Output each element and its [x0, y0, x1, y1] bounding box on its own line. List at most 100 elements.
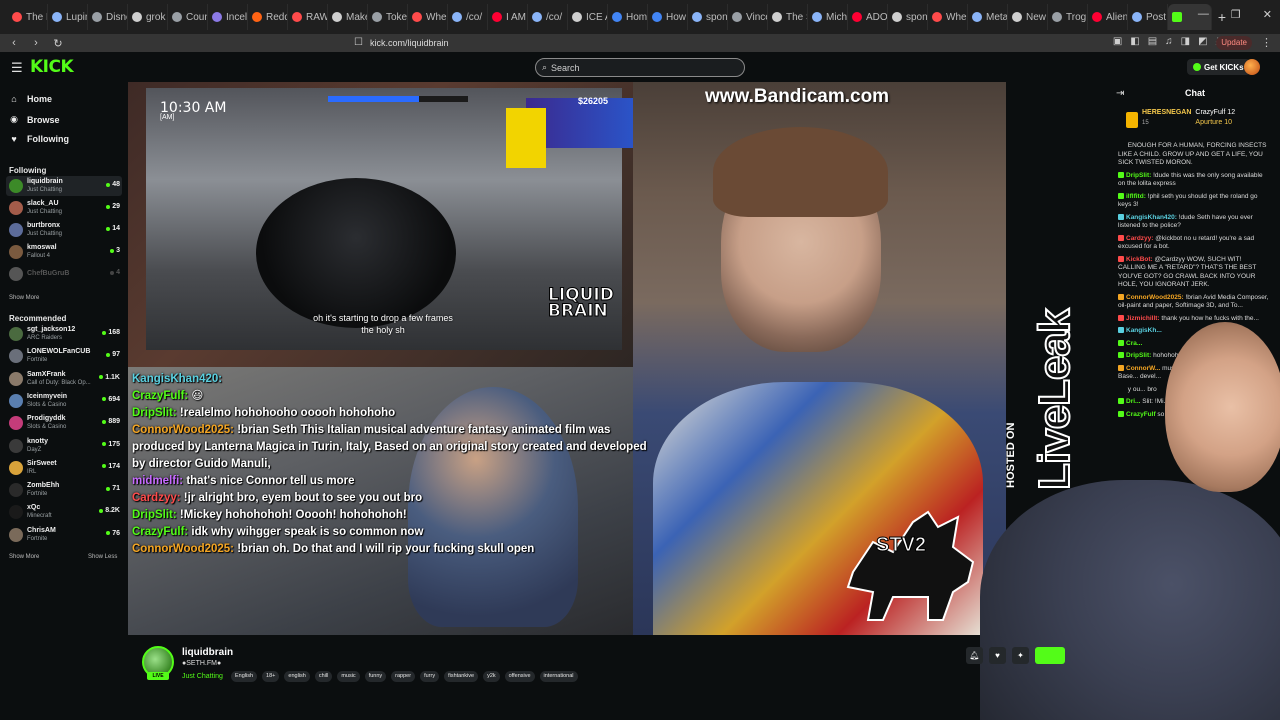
minimize-icon[interactable]: —	[1198, 8, 1209, 21]
bookmark-icon[interactable]: ☐	[354, 37, 363, 48]
browser-tab[interactable]: The S	[768, 4, 808, 30]
browser-tab[interactable]: Toke	[368, 4, 408, 30]
chat-username[interactable]: DripSlit:	[1126, 172, 1151, 179]
browser-tab[interactable]: Trog	[1048, 4, 1088, 30]
browser-tab[interactable]: grok	[128, 4, 168, 30]
update-button[interactable]: Update	[1216, 36, 1252, 50]
chat-username[interactable]: DripSlit:	[1126, 352, 1151, 359]
tag-offensive[interactable]: offensive	[504, 671, 535, 682]
browser-tab[interactable]: Incel	[208, 4, 248, 30]
browser-tab[interactable]: Mich	[808, 4, 848, 30]
browser-tab[interactable]: ADOI	[848, 4, 888, 30]
browser-tab[interactable]: Vince	[728, 4, 768, 30]
recommended-show-less[interactable]: Show Less	[88, 554, 117, 560]
back-icon[interactable]: ‹	[6, 37, 22, 49]
sidebar-nav-following[interactable]: ♥ Following	[9, 134, 69, 144]
follow-button[interactable]	[1035, 647, 1065, 664]
tag-english[interactable]: English	[231, 671, 258, 682]
channel-name[interactable]: liquidbrain	[182, 647, 233, 658]
chat-username[interactable]: CrazyFulf	[1126, 411, 1156, 418]
tag-english[interactable]: english	[284, 671, 310, 682]
browser-tab[interactable]: spon	[688, 4, 728, 30]
tag-funny[interactable]: funny	[364, 671, 387, 682]
browser-tab[interactable]: The F	[8, 4, 48, 30]
sidebar-channel[interactable]: SirSweet IRL 174	[6, 458, 122, 478]
browser-tab[interactable]: Alien	[1088, 4, 1128, 30]
leaderboard-user[interactable]: CrazyFulf 12	[1195, 108, 1235, 118]
tag-rapper[interactable]: rapper	[391, 671, 416, 682]
chat-username[interactable]: Dri...	[1126, 398, 1140, 405]
chat-username[interactable]: ilflfitd:	[1126, 193, 1146, 200]
sidebar-channel[interactable]: xQc Minecraft 8.2K	[6, 502, 122, 522]
sidebar-channel[interactable]: sgt_jackson12 ARC Raiders 168	[6, 324, 122, 344]
gift-icon[interactable]: ✦	[1012, 647, 1029, 664]
notification-bell-icon[interactable]: 🔔︎	[966, 647, 983, 664]
browser-tab[interactable]: Coun	[168, 4, 208, 30]
search-input[interactable]	[551, 62, 732, 73]
tag-y2k[interactable]: y2k	[483, 671, 500, 682]
browser-tab[interactable]: Reddi	[248, 4, 288, 30]
browser-menu-icon[interactable]: ⋮	[1261, 36, 1272, 49]
sidebar-nav-home[interactable]: ⌂ Home	[9, 94, 52, 104]
sidebar-channel[interactable]: liquidbrain Just Chatting 48	[6, 176, 122, 196]
tag-18[interactable]: 18+	[262, 671, 280, 682]
chat-username[interactable]: KangisKhan420:	[1126, 214, 1177, 221]
sidebar-channel[interactable]: ChrisAM Fortnite 76	[6, 525, 122, 545]
url-field[interactable]: kick.com/liquidbrain	[370, 34, 449, 52]
user-avatar[interactable]	[1244, 59, 1260, 75]
chat-username[interactable]: ConnorW...	[1126, 365, 1160, 372]
tag-furry[interactable]: furry	[420, 671, 440, 682]
browser-tab[interactable]: Post	[1128, 4, 1168, 30]
tag-international[interactable]: international	[539, 671, 578, 682]
browser-tab[interactable]: ICE A	[568, 4, 608, 30]
tag-chill[interactable]: chill	[314, 671, 333, 682]
close-icon[interactable]: ✕	[1263, 8, 1272, 21]
extension-icon[interactable]: ◩	[1198, 36, 1207, 47]
sidebar-channel[interactable]: Iceinmyvein Slots & Casino 694	[6, 391, 122, 411]
chat-username[interactable]: KangisKh...	[1126, 327, 1162, 334]
browser-tab[interactable]: Whe	[928, 4, 968, 30]
chat-username[interactable]: Jizmichillt:	[1126, 315, 1160, 322]
extension-icon[interactable]: ◧	[1130, 36, 1139, 47]
tag-music[interactable]: music	[337, 671, 360, 682]
browser-tab[interactable]: New	[1008, 4, 1048, 30]
kick-logo[interactable]: KICK	[30, 57, 74, 77]
browser-tab[interactable]: I AM	[488, 4, 528, 30]
sidebar-nav-browse[interactable]: ◉ Browse	[9, 114, 59, 125]
tag-fishtankive[interactable]: fishtankive	[444, 671, 479, 682]
sidebar-channel[interactable]: ChefBuGruB 4	[6, 264, 122, 284]
browser-tab[interactable]: spon	[888, 4, 928, 30]
following-show-more[interactable]: Show More	[9, 295, 39, 301]
search-box[interactable]: ⌕	[535, 58, 745, 77]
browser-tab[interactable]: Whe	[408, 4, 448, 30]
sidebar-channel[interactable]: slack_AU Just Chatting 29	[6, 198, 122, 218]
video-player[interactable]: 10:30 AM [AM] $26205 oh it's starting to…	[128, 82, 1006, 635]
maximize-icon[interactable]: ❐	[1231, 8, 1241, 21]
browser-tab[interactable]: /co/	[448, 4, 488, 30]
music-icon[interactable]: ♫	[1165, 36, 1173, 47]
browser-tab[interactable]: Meta	[968, 4, 1008, 30]
browser-tab[interactable]: Disne	[88, 4, 128, 30]
sidebar-channel[interactable]: knotty DayZ 175	[6, 436, 122, 456]
sidebar-channel[interactable]: LONEWOLFanCUB Fortnite 97	[6, 346, 122, 366]
browser-tab[interactable]: Lupin	[48, 4, 88, 30]
chat-username[interactable]: Cardzyy:	[1126, 235, 1153, 242]
chat-username[interactable]: ConnorWood2025:	[1126, 294, 1184, 301]
heart-icon[interactable]: ♥	[989, 647, 1006, 664]
extension-icon[interactable]: ▤	[1148, 36, 1157, 47]
browser-tab[interactable]: Make	[328, 4, 368, 30]
reload-icon[interactable]: ↻	[50, 37, 66, 50]
hamburger-menu-icon[interactable]: ☰	[11, 60, 23, 76]
chat-username[interactable]: Cra...	[1126, 340, 1142, 347]
sidebar-channel[interactable]: Prodigyddk Slots & Casino 889	[6, 413, 122, 433]
leaderboard-user[interactable]: Apurture 10	[1195, 118, 1235, 128]
recommended-show-more[interactable]: Show More	[9, 554, 39, 560]
sidebar-channel[interactable]: kmoswal Fallout 4 3	[6, 242, 122, 262]
stream-category[interactable]: Just Chatting	[182, 673, 223, 680]
sidebar-channel[interactable]: burtbronx Just Chatting 14	[6, 220, 122, 240]
sidebar-channel[interactable]: SamXFrank Call of Duty: Black Op... 1.1K	[6, 369, 122, 389]
sidebar-channel[interactable]: ZombEhh Fortnite 71	[6, 480, 122, 500]
browser-tab[interactable]: RAW	[288, 4, 328, 30]
forward-icon[interactable]: ›	[28, 37, 44, 49]
browser-tab[interactable]: How	[648, 4, 688, 30]
